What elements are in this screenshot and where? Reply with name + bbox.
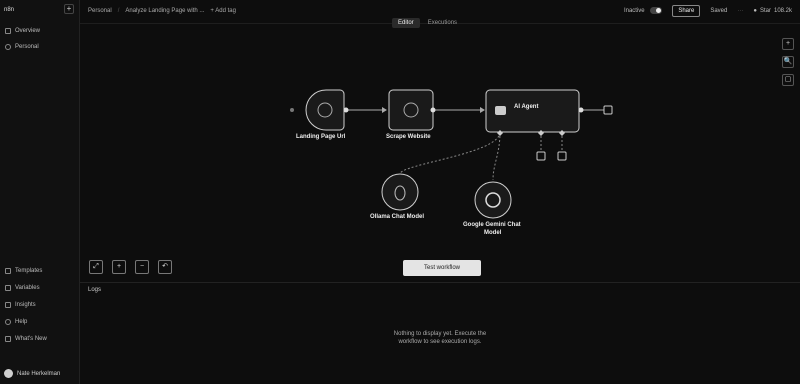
breadcrumb-project[interactable]: Personal [88,8,112,14]
logs-empty-message: Nothing to display yet. Execute the work… [380,330,500,346]
add-tag-link[interactable]: + Add tag [210,8,236,14]
gemini-node[interactable] [474,181,512,219]
home-icon [5,28,11,34]
robot-icon [495,106,506,115]
sidebar-item-label: Variables [15,285,40,291]
zoom-in-button[interactable]: + [112,260,126,274]
sidebar-item-label: Overview [15,28,41,34]
star-label: Star [759,8,771,14]
zoom-out-button[interactable]: − [135,260,149,274]
sidebar-item-label: Insights [15,302,36,308]
n8n-logo: n8n [4,7,15,13]
output-handle[interactable] [430,107,436,113]
trigger-input-dot [290,108,294,112]
workflow-name[interactable]: Analyze Landing Page with ... [125,8,204,14]
user-menu[interactable]: Nate Herkelman [4,369,60,378]
sidebar-item-overview[interactable]: Overview [5,26,40,36]
active-toggle-label: Inactive [623,8,645,15]
sidebar-item-insights[interactable]: Insights [5,300,36,310]
sidebar-item-label: Personal [15,44,39,50]
user-icon [5,44,11,50]
save-button[interactable]: Saved [710,8,727,14]
avatar [4,369,13,378]
scrape-node[interactable] [388,89,434,131]
sidebar: n8n + Overview Personal Templates Variab… [0,0,80,384]
toggle-switch[interactable] [650,7,663,15]
sidebar-item-label: Help [15,319,28,325]
add-next-node-icon[interactable] [603,105,613,115]
template-icon [5,268,11,274]
connection-arrow [480,107,485,113]
logs-message-line1: Nothing to display yet. Execute the [393,331,487,337]
fit-view-button[interactable]: ⤢ [89,260,103,274]
share-button[interactable]: Share [672,5,701,17]
ai-agent-node-label: AI Agent [514,104,539,110]
logs-panel-title[interactable]: Logs [88,287,101,293]
output-handle[interactable] [343,107,349,113]
logs-message-line2: workflow to see execution logs. [398,339,482,345]
sidebar-item-templates[interactable]: Templates [5,266,42,276]
sidebar-item-whats-new[interactable]: What's New [5,334,47,344]
active-toggle[interactable]: Inactive [623,7,663,15]
github-star-button[interactable]: ● Star 108.2k [753,8,792,14]
sidebar-item-variables[interactable]: Variables [5,283,40,293]
ollama-node-label: Ollama Chat Model [370,214,425,220]
chart-icon [5,302,11,308]
help-icon [5,319,11,325]
breadcrumb-separator: / [117,8,120,14]
sidebar-item-personal[interactable]: Personal [5,42,39,52]
gemini-node-label-line2: Model [484,230,502,236]
header-actions: Inactive Share Saved ··· ● Star 108.2k [624,5,792,17]
add-button[interactable]: + [64,4,74,14]
sidebar-item-label: Templates [15,268,43,274]
sidebar-item-label: What's New [15,336,47,342]
trigger-node-label: Landing Page Url [296,134,346,140]
sidebar-item-help[interactable]: Help [5,317,27,327]
scrape-node-label: Scrape Website [386,134,431,140]
tidy-up-button[interactable]: ↶ [158,260,172,274]
logs-divider [80,282,800,283]
test-workflow-button[interactable]: Test workflow [403,260,481,276]
connection-arrow [382,107,387,113]
more-icon[interactable]: ··· [737,8,743,14]
user-name: Nate Herkelman [17,370,61,377]
trigger-node[interactable] [305,89,345,131]
add-tool-icon[interactable] [557,151,567,161]
add-memory-icon[interactable] [536,151,546,161]
variable-icon [5,285,11,291]
ollama-node[interactable] [381,173,419,211]
github-icon: ● [753,8,757,14]
output-handle[interactable] [578,107,584,113]
gemini-node-label-line1: Google Gemini Chat [463,222,521,228]
bell-icon [5,336,11,342]
star-count: 108.2k [773,8,792,14]
breadcrumb: Personal / Analyze Landing Page with ...… [88,8,236,14]
